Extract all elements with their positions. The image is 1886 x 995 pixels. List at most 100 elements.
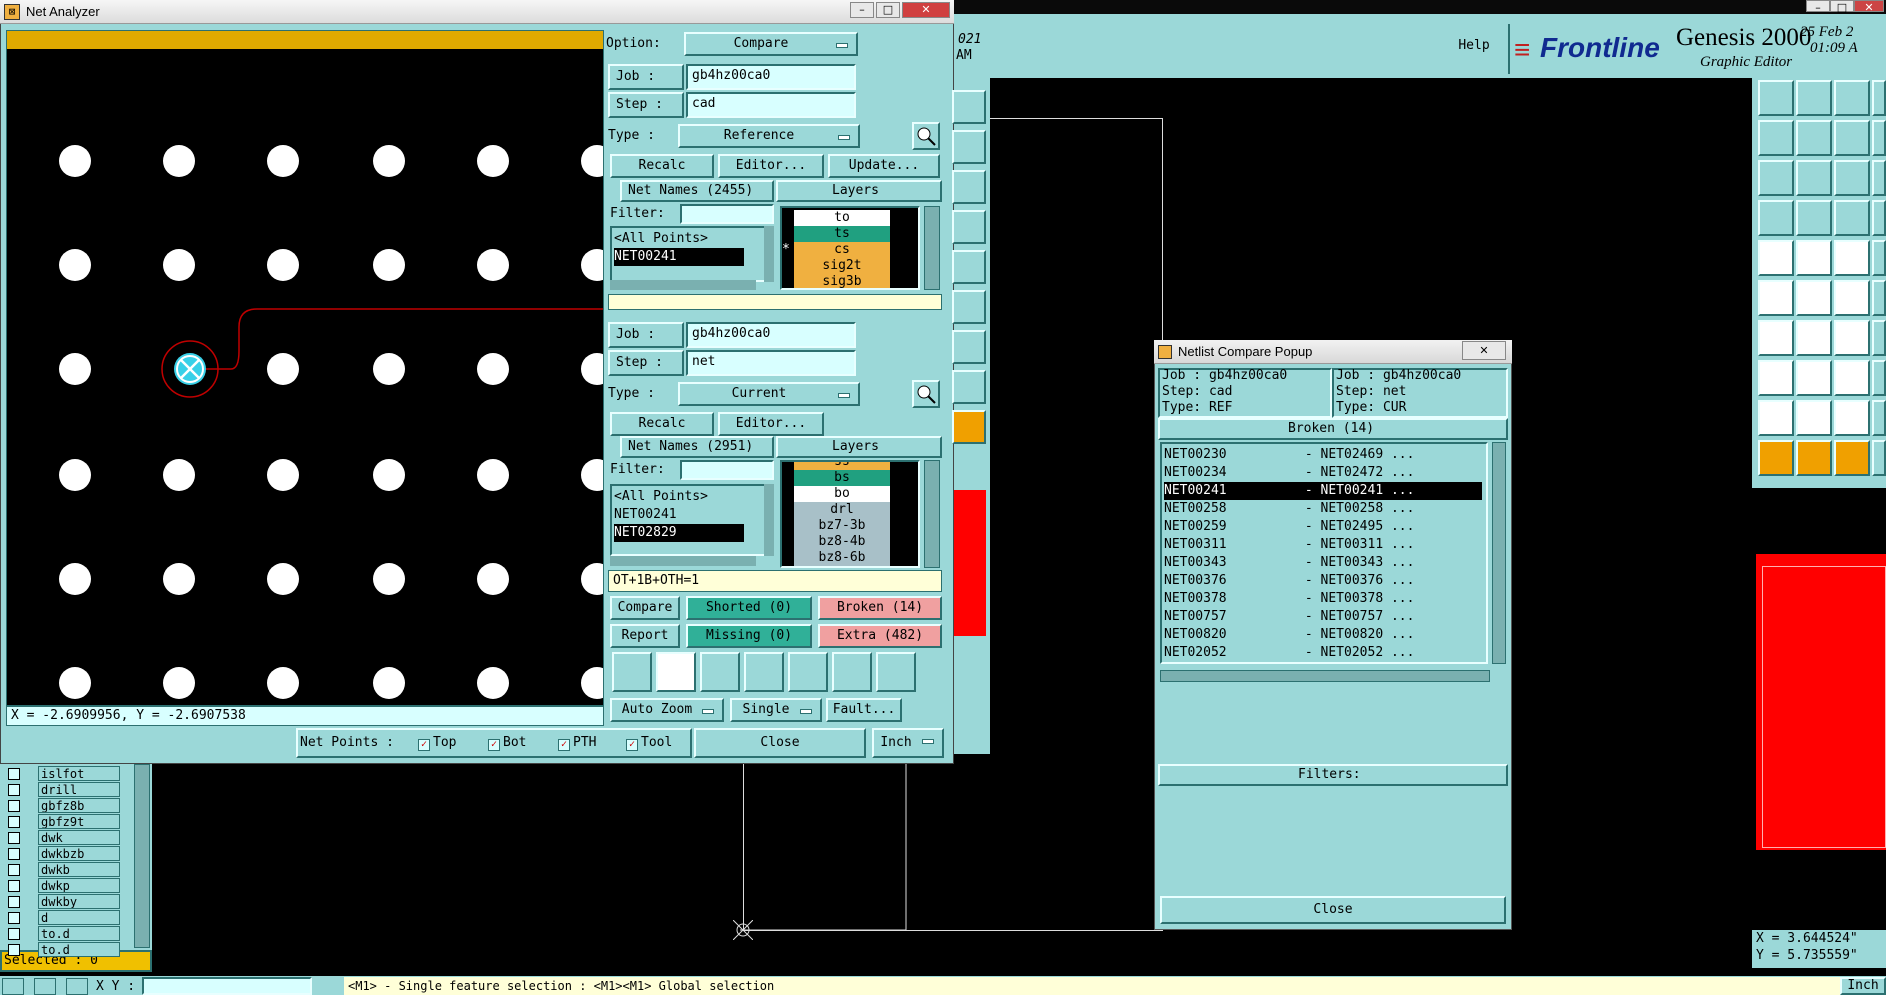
cur-recalc-button[interactable]: Recalc — [610, 412, 714, 436]
toolbar-tool-icon[interactable] — [1796, 240, 1832, 276]
cur-layer-item[interactable]: bz8-6b — [794, 550, 890, 566]
option-dropdown[interactable]: Compare — [684, 32, 858, 56]
toolbar-tool-icon[interactable] — [1872, 400, 1886, 436]
toolbar-tool-icon[interactable] — [1758, 280, 1794, 316]
compare-button[interactable]: Compare — [610, 596, 680, 620]
cur-net-item[interactable]: NET00241 — [614, 506, 744, 524]
ref-net-item[interactable]: NET00241 — [614, 248, 744, 266]
layers-scrollbar[interactable] — [134, 764, 150, 948]
toolbar-tool-icon[interactable] — [1834, 280, 1870, 316]
cur-net-list-hscroll[interactable] — [610, 556, 756, 566]
move-icon[interactable] — [700, 652, 740, 692]
partial-tool-icon[interactable] — [952, 170, 986, 204]
broken-row[interactable]: NET00820 - NET00820 ... — [1164, 626, 1482, 644]
settings-icon[interactable] — [876, 652, 916, 692]
cur-net-list[interactable]: <All Points> NET00241 NET02829 — [610, 484, 766, 556]
cur-layer-item[interactable]: bz7-3b — [794, 518, 890, 534]
partial-tool-icon[interactable] — [952, 410, 986, 444]
toolbar-tool-icon[interactable] — [1834, 400, 1870, 436]
ref-layer-item[interactable]: sig3b — [794, 274, 890, 288]
toolbar-tool-icon[interactable] — [1796, 80, 1832, 116]
auto-zoom-dropdown[interactable]: Auto Zoom — [610, 698, 724, 722]
layer-name[interactable]: islfot — [38, 766, 120, 781]
toolbar-tool-icon[interactable] — [1796, 120, 1832, 156]
layer-checkbox[interactable] — [8, 880, 20, 892]
toolbar-tool-icon[interactable] — [1758, 240, 1794, 276]
ref-layer-item[interactable]: cs — [794, 242, 890, 258]
netlist-popup-titlebar[interactable]: Netlist Compare Popup ✕ — [1154, 340, 1512, 364]
popup-close-panel-button[interactable]: Close — [1160, 896, 1506, 924]
cur-type-dropdown[interactable]: Current — [678, 382, 860, 406]
toolbar-tool-icon[interactable] — [1872, 240, 1886, 276]
ref-layer-item[interactable]: to — [794, 210, 890, 226]
cur-layer-item[interactable]: bs — [794, 470, 890, 486]
layer-name[interactable]: gbfz9t — [38, 814, 120, 829]
toolbar-tool-icon[interactable] — [1834, 120, 1870, 156]
bottom-tool-icon-2[interactable] — [34, 978, 56, 995]
toolbar-tool-icon[interactable] — [1758, 120, 1794, 156]
layer-name[interactable]: dwkb — [38, 862, 120, 877]
toolbar-tool-icon[interactable] — [1796, 440, 1832, 476]
cur-net-item[interactable]: NET02829 — [614, 524, 744, 542]
toolbar-tool-icon[interactable] — [1796, 400, 1832, 436]
partial-tool-icon[interactable] — [952, 90, 986, 124]
np-bot-checkbox[interactable]: ✓ Bot — [488, 733, 526, 753]
broken-row[interactable]: NET00311 - NET00311 ... — [1164, 536, 1482, 554]
layer-checkbox[interactable] — [8, 800, 20, 812]
units-dropdown[interactable]: Inch — [872, 728, 944, 758]
toolbar-tool-icon[interactable] — [1796, 280, 1832, 316]
layer-checkbox[interactable] — [8, 912, 20, 924]
layer-checkbox[interactable] — [8, 768, 20, 780]
toolbar-tool-icon[interactable] — [1796, 320, 1832, 356]
fault-button[interactable]: Fault... — [826, 698, 902, 722]
splitter-bar[interactable] — [608, 294, 942, 310]
toolbar-tool-icon[interactable] — [1872, 200, 1886, 236]
toolbar-tool-icon[interactable] — [1872, 160, 1886, 196]
editor-minimize-button[interactable]: – — [1806, 0, 1830, 14]
ref-layer-scrollbar[interactable] — [924, 206, 940, 290]
toolbar-tool-icon[interactable] — [1872, 320, 1886, 356]
toolbar-tool-icon[interactable] — [1758, 440, 1794, 476]
route-icon[interactable] — [744, 652, 784, 692]
xy-input[interactable] — [142, 977, 312, 995]
bottom-tool-icon-1[interactable] — [2, 978, 24, 995]
layer-name[interactable]: dwkbzb — [38, 846, 120, 861]
cur-layer-list[interactable]: ss bs bo drl bz7-3b bz8-4b bz8-6b — [780, 460, 920, 568]
layer-checkbox[interactable] — [8, 896, 20, 908]
partial-tool-icon[interactable] — [952, 210, 986, 244]
toolbar-tool-icon[interactable] — [1872, 440, 1886, 476]
layer-name[interactable]: dwk — [38, 830, 120, 845]
editor-maximize-button[interactable]: □ — [1830, 0, 1854, 14]
ref-editor-button[interactable]: Editor... — [718, 154, 824, 178]
partial-tool-icon[interactable] — [952, 130, 986, 164]
cur-layer-scrollbar[interactable] — [924, 460, 940, 568]
toolbar-tool-icon[interactable] — [1872, 280, 1886, 316]
ref-update-button[interactable]: Update... — [828, 154, 940, 178]
shorted-button[interactable]: Shorted (0) — [686, 596, 812, 620]
ref-net-list-vscroll[interactable] — [764, 226, 774, 282]
np-pth-checkbox[interactable]: ✓ PTH — [558, 733, 596, 753]
toolbar-tool-icon[interactable] — [1758, 400, 1794, 436]
ref-job-field[interactable]: gb4hz00ca0 — [686, 64, 856, 90]
layer-checkbox[interactable] — [8, 784, 20, 796]
broken-row[interactable]: NET00234 - NET02472 ... — [1164, 464, 1482, 482]
toolbar-tool-icon[interactable] — [1834, 240, 1870, 276]
np-tool-checkbox[interactable]: ✓ Tool — [626, 733, 672, 753]
select-icon[interactable] — [656, 652, 696, 692]
selected-pad-marker-icon[interactable] — [174, 353, 206, 385]
cur-zoom-button[interactable] — [912, 380, 940, 408]
toolbar-tool-icon[interactable] — [1796, 360, 1832, 396]
broken-button[interactable]: Broken (14) — [818, 596, 942, 620]
broken-row[interactable]: NET00258 - NET00258 ... — [1164, 500, 1482, 518]
broken-list[interactable]: NET00230 - NET02469 ... NET00234 - NET024… — [1160, 442, 1488, 664]
broken-row[interactable]: NET00241 - NET00241 ... — [1164, 482, 1482, 500]
toolbar-tool-icon[interactable] — [1834, 320, 1870, 356]
partial-tool-icon[interactable] — [952, 330, 986, 364]
cur-net-list-vscroll[interactable] — [764, 484, 774, 556]
cur-filter-input[interactable] — [680, 460, 774, 480]
cur-step-field[interactable]: net — [686, 350, 856, 376]
toolbar-tool-icon[interactable] — [1758, 160, 1794, 196]
layer-name[interactable]: drill — [38, 782, 120, 797]
ref-layer-item[interactable]: sig2t — [794, 258, 890, 274]
ref-net-list-hscroll[interactable] — [610, 280, 756, 290]
